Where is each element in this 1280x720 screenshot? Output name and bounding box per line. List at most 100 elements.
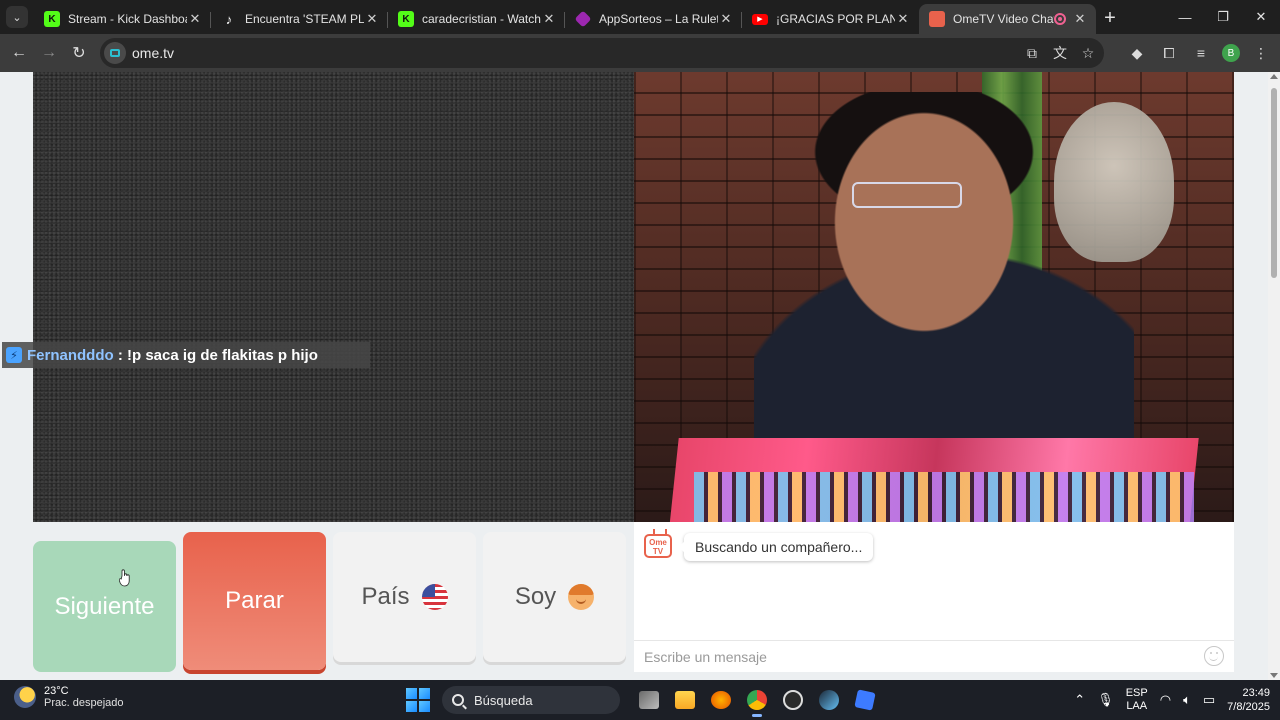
window-controls: — ❐ ✕ bbox=[1166, 0, 1280, 34]
back-button[interactable]: ← bbox=[4, 38, 34, 68]
search-label: Búsqueda bbox=[474, 692, 533, 708]
site-info-icon[interactable] bbox=[104, 42, 126, 64]
stop-button[interactable]: Parar bbox=[183, 532, 326, 670]
tab-title: ¡GRACIAS POR PLANTS VS bbox=[776, 12, 895, 26]
chat-panel: Ome TV Buscando un compañero... bbox=[634, 522, 1234, 672]
translate-icon[interactable]: 文 bbox=[1050, 43, 1070, 63]
tab-kick-dashboard[interactable]: K Stream - Kick Dashboard ✕ bbox=[34, 4, 211, 34]
emoji-icon[interactable] bbox=[1204, 646, 1224, 666]
media-control-icon[interactable]: ≡ bbox=[1190, 45, 1212, 61]
task-view-icon[interactable] bbox=[634, 685, 664, 715]
tab-title: Stream - Kick Dashboard bbox=[68, 12, 187, 26]
extension-icon[interactable]: ◆ bbox=[1126, 45, 1148, 62]
gender-button[interactable]: Soy bbox=[483, 532, 626, 662]
gender-label: Soy bbox=[514, 583, 557, 610]
close-tab-icon[interactable]: ✕ bbox=[541, 11, 557, 27]
windows-taskbar: 23°C Prac. despejado Búsqueda ⌃ 🎙︎ ESP L… bbox=[0, 680, 1280, 720]
ometv-logo-icon: Ome TV bbox=[644, 534, 672, 558]
address-bar[interactable]: ome.tv ⧉ 文 ☆ bbox=[100, 38, 1104, 68]
scroll-up-icon[interactable] bbox=[1270, 74, 1278, 79]
close-tab-icon[interactable]: ✕ bbox=[1072, 11, 1088, 27]
kick-icon: K bbox=[398, 11, 414, 27]
next-button[interactable]: Siguiente bbox=[33, 541, 176, 672]
tab-title: caradecristian - Watch the bbox=[422, 12, 541, 26]
ometv-page: ⚡ Fernandddo : !p saca ig de flakitas p … bbox=[0, 72, 1268, 680]
country-label: País bbox=[361, 583, 410, 610]
tiktok-icon: ♪ bbox=[225, 11, 233, 27]
close-tab-icon[interactable]: ✕ bbox=[895, 11, 911, 27]
mouse-cursor-icon bbox=[119, 569, 130, 587]
tab-title: Encuentra 'STEAM PLANTA bbox=[245, 12, 364, 26]
steam-icon[interactable] bbox=[814, 685, 844, 715]
volume-icon[interactable]: 🔈︎ bbox=[1183, 692, 1191, 708]
weather-moon-icon bbox=[14, 686, 36, 708]
clock[interactable]: 23:49 7/8/2025 bbox=[1227, 686, 1270, 714]
lang-line-1: ESP bbox=[1125, 687, 1148, 699]
country-button[interactable]: País bbox=[333, 532, 476, 662]
maximize-button[interactable]: ❐ bbox=[1204, 0, 1242, 34]
ometv-icon bbox=[929, 11, 945, 27]
rgb-keys bbox=[694, 472, 1194, 522]
stop-label: Parar bbox=[225, 587, 284, 614]
tab-ometv[interactable]: OmeTV Video Chat — ✕ bbox=[919, 4, 1096, 34]
omnibox-actions: ⧉ 文 ☆ bbox=[1022, 38, 1098, 68]
chevron-down-icon: ⌄ bbox=[12, 11, 22, 24]
next-label: Siguiente bbox=[54, 592, 155, 620]
tab-search-button[interactable]: ⌄ bbox=[6, 6, 28, 28]
toolbar-right: ◆ ⧠ ≡ B ⋮ bbox=[1126, 38, 1272, 68]
close-tab-icon[interactable]: ✕ bbox=[364, 11, 380, 27]
overlay-message: : !p saca ig de flakitas p hijo bbox=[113, 346, 318, 364]
install-app-icon[interactable]: ⧉ bbox=[1022, 45, 1042, 62]
us-flag-icon bbox=[421, 584, 448, 610]
game-app-icon[interactable] bbox=[706, 685, 736, 715]
wifi-icon[interactable]: ◠ bbox=[1160, 692, 1171, 708]
overlay-username: Fernandddo bbox=[27, 346, 114, 364]
tab-caradecristian[interactable]: K caradecristian - Watch the ✕ bbox=[388, 4, 565, 34]
profile-avatar[interactable]: B bbox=[1222, 44, 1240, 62]
user-badge-icon: ⚡ bbox=[6, 347, 22, 363]
boy-face-icon bbox=[568, 584, 595, 610]
clock-time: 23:49 bbox=[1242, 687, 1270, 699]
search-icon bbox=[452, 694, 464, 706]
clock-date: 7/8/2025 bbox=[1227, 701, 1270, 713]
chrome-icon[interactable] bbox=[742, 685, 772, 717]
battery-icon[interactable]: ▭ bbox=[1203, 692, 1215, 708]
weather-widget[interactable]: 23°C Prac. despejado bbox=[14, 685, 124, 709]
scroll-thumb[interactable] bbox=[1271, 88, 1277, 278]
file-explorer-icon[interactable] bbox=[670, 685, 700, 715]
self-video bbox=[634, 72, 1234, 522]
extensions-puzzle-icon[interactable]: ⧠ bbox=[1158, 45, 1180, 62]
page-scrollbar[interactable] bbox=[1268, 72, 1280, 680]
close-tab-icon[interactable]: ✕ bbox=[718, 11, 734, 27]
tab-tiktok[interactable]: ♪ Encuentra 'STEAM PLANTA ✕ bbox=[211, 4, 388, 34]
menu-kebab-icon[interactable]: ⋮ bbox=[1250, 45, 1272, 62]
close-window-button[interactable]: ✕ bbox=[1242, 0, 1280, 34]
recording-icon bbox=[1054, 13, 1066, 25]
minimize-button[interactable]: — bbox=[1166, 0, 1204, 34]
language-indicator[interactable]: ESP LAA bbox=[1126, 687, 1148, 713]
taskbar-apps: Búsqueda bbox=[406, 684, 880, 717]
system-tray: ⌃ 🎙︎ ESP LAA ◠ 🔈︎ ▭ 23:49 7/8/2025 bbox=[1074, 684, 1270, 716]
glasses-shape bbox=[852, 182, 962, 208]
tab-youtube[interactable]: ▶ ¡GRACIAS POR PLANTS VS ✕ bbox=[742, 4, 919, 34]
message-input[interactable] bbox=[634, 640, 1234, 672]
forward-button[interactable]: → bbox=[34, 38, 64, 68]
new-tab-button[interactable]: + bbox=[1096, 4, 1124, 32]
stream-chat-overlay: ⚡ Fernandddo : !p saca ig de flakitas p … bbox=[2, 342, 370, 368]
weather-desc: Prac. despejado bbox=[44, 697, 124, 709]
logo-text-tv: TV bbox=[652, 547, 664, 556]
close-tab-icon[interactable]: ✕ bbox=[187, 11, 203, 27]
roblox-icon[interactable] bbox=[850, 685, 880, 715]
tray-chevron-up-icon[interactable]: ⌃ bbox=[1074, 692, 1085, 708]
obs-icon[interactable] bbox=[778, 685, 808, 715]
tab-appsorteos[interactable]: AppSorteos – La Ruleta de ✕ bbox=[565, 4, 742, 34]
scroll-down-icon[interactable] bbox=[1270, 673, 1278, 678]
taskbar-search[interactable]: Búsqueda bbox=[442, 686, 620, 714]
lang-line-2: LAA bbox=[1126, 700, 1148, 712]
browser-toolbar: ← → ↻ ome.tv ⧉ 文 ☆ ◆ ⧠ ≡ B ⋮ bbox=[0, 34, 1280, 72]
kick-icon: K bbox=[44, 11, 60, 27]
windows-start-icon[interactable] bbox=[406, 688, 430, 712]
reload-button[interactable]: ↻ bbox=[64, 38, 94, 68]
bookmark-star-icon[interactable]: ☆ bbox=[1078, 45, 1098, 62]
microphone-icon[interactable]: 🎙︎ bbox=[1097, 692, 1114, 708]
